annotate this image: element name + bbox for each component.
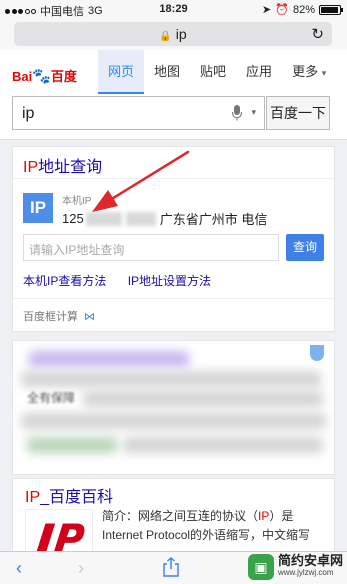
- search-button[interactable]: 百度一下: [266, 96, 330, 130]
- shield-icon: [310, 345, 324, 361]
- watermark-url: www.jylzwj.com: [277, 568, 334, 577]
- paw-icon: 🐾: [32, 68, 51, 85]
- battery-percent: 82%: [292, 3, 315, 16]
- baike-title[interactable]: IP_百度百科: [25, 483, 113, 507]
- reload-icon[interactable]: ↻: [311, 25, 324, 43]
- tab-more[interactable]: 更多 ▾: [282, 50, 336, 94]
- ip-query-input[interactable]: 请输入IP地址查询: [23, 234, 279, 261]
- blurred-line: [123, 437, 323, 453]
- browser-bottom-bar: ‹ › ▣ 简约安卓网 www.jylzwj.com: [0, 551, 347, 584]
- watermark-name: 简约安卓网: [277, 553, 343, 568]
- address-bar[interactable]: 🔒 ip ↻: [14, 22, 332, 46]
- ip-badge-icon: IP: [23, 193, 53, 223]
- baike-summary: 简介：网络之间互连的协议（IP）是 Internet Protocol的外语缩写…: [102, 509, 311, 542]
- blurred-snippet: 全有保障: [27, 391, 76, 405]
- redacted-ip-segment: [85, 211, 122, 226]
- divider: [13, 178, 334, 179]
- tab-web[interactable]: 网页: [98, 50, 145, 94]
- voice-dropdown-icon[interactable]: ▾: [251, 107, 256, 118]
- search-query: ip: [22, 105, 35, 122]
- ip-query-button[interactable]: 查询: [286, 234, 324, 261]
- browser-toolbar: 🔒 ip ↻: [0, 20, 347, 50]
- location-icon: ➤: [262, 4, 272, 16]
- search-tabs: 网页 地图 贴吧 应用 更多 ▾: [98, 50, 336, 94]
- search-input[interactable]: ip ▾: [12, 96, 265, 130]
- ip-location: 广东省广州市 电信: [159, 212, 268, 227]
- blurred-search-result[interactable]: 全有保障: [12, 340, 335, 475]
- forward-arrow-icon[interactable]: ›: [78, 558, 84, 579]
- local-ip-value: 125 广东省广州市 电信: [62, 209, 267, 228]
- address-url: ip: [175, 26, 187, 42]
- blurred-line: [21, 371, 321, 387]
- microphone-icon[interactable]: [232, 105, 242, 121]
- chevron-down-icon: ▾: [321, 68, 327, 78]
- ip-card-title[interactable]: IP地址查询: [23, 153, 102, 177]
- watermark: ▣ 简约安卓网 www.jylzwj.com: [247, 553, 343, 580]
- blurred-line: [83, 391, 323, 407]
- tab-apps[interactable]: 应用: [236, 50, 282, 94]
- back-arrow-icon[interactable]: ‹: [16, 558, 22, 579]
- battery-icon: [319, 4, 343, 15]
- local-ip-label: 本机IP: [62, 196, 92, 207]
- lock-icon: 🔒: [159, 31, 172, 42]
- ip-prefix: 125: [62, 211, 84, 226]
- blurred-url: [27, 437, 117, 453]
- link-set-ip[interactable]: IP地址设置方法: [128, 274, 211, 288]
- bow-icon[interactable]: ⋈: [84, 311, 95, 323]
- android-logo-icon: ▣: [247, 554, 274, 580]
- share-icon[interactable]: [163, 557, 179, 577]
- status-bar: 中国电信 3G 18:29 ➤ ⏰ 82%: [0, 0, 347, 20]
- baidu-header: Bai🐾百度 网页 地图 贴吧 应用 更多 ▾ ip ▾ 百度一下: [0, 50, 347, 140]
- redacted-ip-segment: [125, 211, 156, 226]
- tab-tieba[interactable]: 贴吧: [190, 50, 236, 94]
- blurred-line: [21, 413, 326, 429]
- alarm-icon: ⏰: [275, 4, 289, 16]
- tab-map[interactable]: 地图: [144, 50, 190, 94]
- card-footer: 百度框计算 ⋈: [23, 308, 95, 324]
- blurred-title: [29, 351, 189, 367]
- divider: [13, 298, 334, 299]
- ip-help-links: 本机IP查看方法 IP地址设置方法: [23, 272, 229, 289]
- ip-lookup-card: IP地址查询 IP 本机IP 125 广东省广州市 电信 请输入IP地址查询 查…: [12, 146, 335, 332]
- baidu-logo[interactable]: Bai🐾百度: [12, 66, 77, 85]
- link-check-ip[interactable]: 本机IP查看方法: [23, 274, 106, 288]
- footer-source: 百度框计算: [23, 311, 78, 323]
